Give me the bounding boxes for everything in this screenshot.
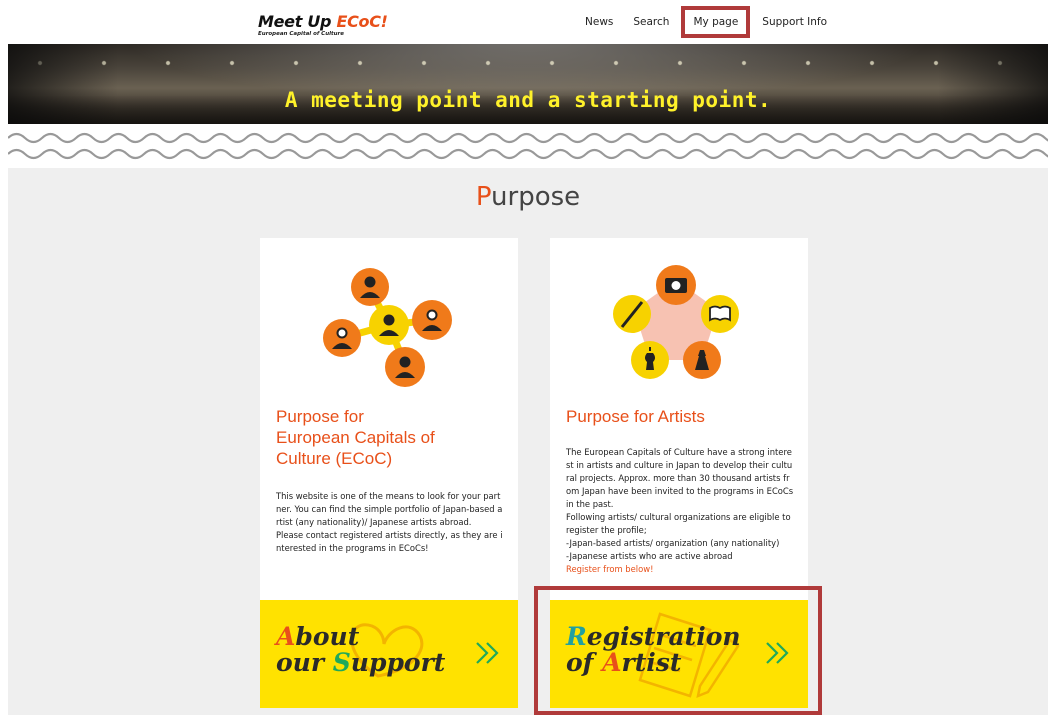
wave-divider-graphic	[7, 132, 1048, 160]
purpose-heading: Purpose	[8, 182, 1048, 212]
registration-of-artist-button[interactable]: Registration of Artist	[550, 600, 808, 708]
banner-right-wall	[938, 44, 1048, 124]
about-our-support-initial-a: A	[276, 622, 296, 651]
banner-ceiling-lights	[8, 52, 1048, 82]
nav-support-info[interactable]: Support Info	[762, 16, 827, 28]
about-our-support-button[interactable]: About our Support	[260, 600, 518, 708]
main-nav: News Search My page Support Info	[585, 0, 847, 44]
banner-left-wall	[8, 44, 118, 124]
site-header: Meet Up ECoC! European Capital of Cultur…	[0, 0, 1048, 44]
logo-title-accent: ECoC!	[336, 12, 388, 31]
registration-of-artist-label: Registration of Artist	[566, 624, 741, 676]
about-our-support-word-1: bout	[295, 622, 360, 651]
registration-of-artist-line2: of Artist	[566, 650, 741, 676]
card-ecoc-title-line1: Purpose for	[276, 407, 364, 426]
card-artists-paragraph-4: -Japanese artists who are active abroad	[566, 551, 733, 561]
about-our-support-initial-s: S	[332, 648, 351, 677]
about-our-support-word-2a: our	[276, 648, 333, 677]
card-ecoc-paragraph-1: This website is one of the means to look…	[276, 491, 503, 527]
card-ecoc-description: This website is one of the means to look…	[276, 490, 504, 555]
register-from-below-link[interactable]: Register from below!	[566, 563, 794, 576]
card-artists-paragraph-1: The European Capitals of Culture have a …	[566, 447, 794, 509]
card-artists-paragraph-3: -Japan-based artists/ organization (any …	[566, 538, 780, 548]
registration-of-artist-line1: Registration	[566, 624, 741, 650]
about-our-support-line2: our Support	[276, 650, 445, 676]
card-artists-paragraph-2: Following artists/ cultural organization…	[566, 512, 791, 535]
registration-of-artist-initial-r: R	[566, 622, 587, 651]
card-artists: Purpose for Artists The European Capital…	[550, 238, 808, 708]
registration-of-artist-word-2a: of	[566, 648, 603, 677]
purpose-section: Purpose Purpose for European Capitals of…	[8, 168, 1048, 715]
arts-categories-icon	[550, 252, 808, 392]
double-chevron-right-icon	[766, 642, 789, 664]
logo-title-main: Meet Up	[258, 12, 337, 31]
logo-subtitle: European Capital of Culture	[258, 31, 344, 37]
logo-title: Meet Up ECoC!	[258, 12, 388, 31]
purpose-heading-rest: urpose	[491, 182, 581, 212]
about-our-support-label: About our Support	[276, 624, 445, 676]
about-our-support-line1: About	[276, 624, 445, 650]
card-ecoc: Purpose for European Capitals of Culture…	[260, 238, 518, 708]
nav-my-page[interactable]: My page	[681, 6, 751, 38]
card-ecoc-paragraph-2: Please contact registered artists direct…	[276, 530, 503, 553]
purpose-heading-initial: P	[475, 182, 492, 212]
nav-news[interactable]: News	[585, 16, 613, 28]
nav-search[interactable]: Search	[633, 16, 669, 28]
card-ecoc-title-line3: Culture (ECoC)	[276, 449, 393, 468]
site-logo[interactable]: Meet Up ECoC! European Capital of Cultur…	[258, 12, 388, 37]
card-ecoc-title: Purpose for European Capitals of Culture…	[276, 406, 435, 469]
double-chevron-right-icon	[476, 642, 499, 664]
card-artists-title: Purpose for Artists	[566, 407, 705, 426]
about-our-support-word-2b: upport	[350, 648, 446, 677]
card-ecoc-title-line2: European Capitals of	[276, 428, 435, 447]
registration-of-artist-word-2b: rtist	[621, 648, 682, 677]
card-artists-description: The European Capitals of Culture have a …	[566, 446, 794, 576]
hero-banner: A meeting point and a starting point.	[8, 44, 1048, 124]
registration-of-artist-word-1: egistration	[586, 622, 741, 651]
banner-tagline: A meeting point and a starting point.	[284, 88, 772, 112]
people-network-icon	[260, 252, 518, 392]
registration-of-artist-initial-a: A	[602, 648, 622, 677]
wave-divider	[7, 124, 1048, 168]
